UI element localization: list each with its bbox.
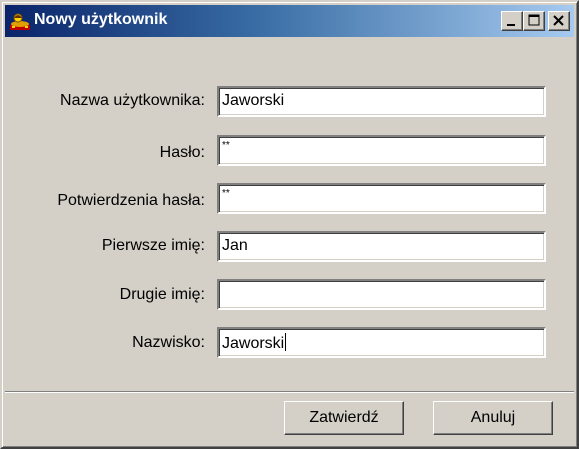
username-label: Nazwa użytkownika: xyxy=(60,92,205,109)
button-bar-separator xyxy=(5,391,574,393)
last-name-label: Nazwisko: xyxy=(132,334,205,351)
first-name-label: Pierwsze imię: xyxy=(101,237,205,254)
middle-name-field[interactable] xyxy=(217,279,546,310)
maximize-button[interactable] xyxy=(523,11,545,31)
window-title: Nowy użytkownik xyxy=(34,11,168,28)
maximize-icon xyxy=(528,14,540,26)
users-app-icon xyxy=(9,11,31,31)
close-icon xyxy=(553,15,564,26)
password-label: Hasło: xyxy=(159,144,205,161)
password-field[interactable]: ** xyxy=(217,135,546,166)
middle-name-label: Drugie imię: xyxy=(119,286,205,303)
close-button[interactable] xyxy=(548,11,570,31)
confirm-password-label: Potwierdzenia hasła: xyxy=(57,192,205,209)
text-caret xyxy=(285,333,287,351)
minimize-button[interactable] xyxy=(501,11,523,31)
title-bar[interactable]: Nowy użytkownik xyxy=(5,5,574,37)
cancel-button[interactable]: Anuluj xyxy=(433,401,553,435)
minimize-icon xyxy=(507,24,515,26)
dialog-window: Nowy użytkownik Nazwa użytkownika: Jawor… xyxy=(0,0,579,449)
last-name-value: Jaworski xyxy=(222,335,285,352)
last-name-field[interactable]: Jaworski xyxy=(217,327,546,358)
confirm-password-field[interactable]: ** xyxy=(217,183,546,214)
username-field[interactable]: Jaworski xyxy=(217,86,546,117)
first-name-field[interactable]: Jan xyxy=(217,231,546,262)
confirm-button[interactable]: Zatwierdź xyxy=(284,401,404,435)
